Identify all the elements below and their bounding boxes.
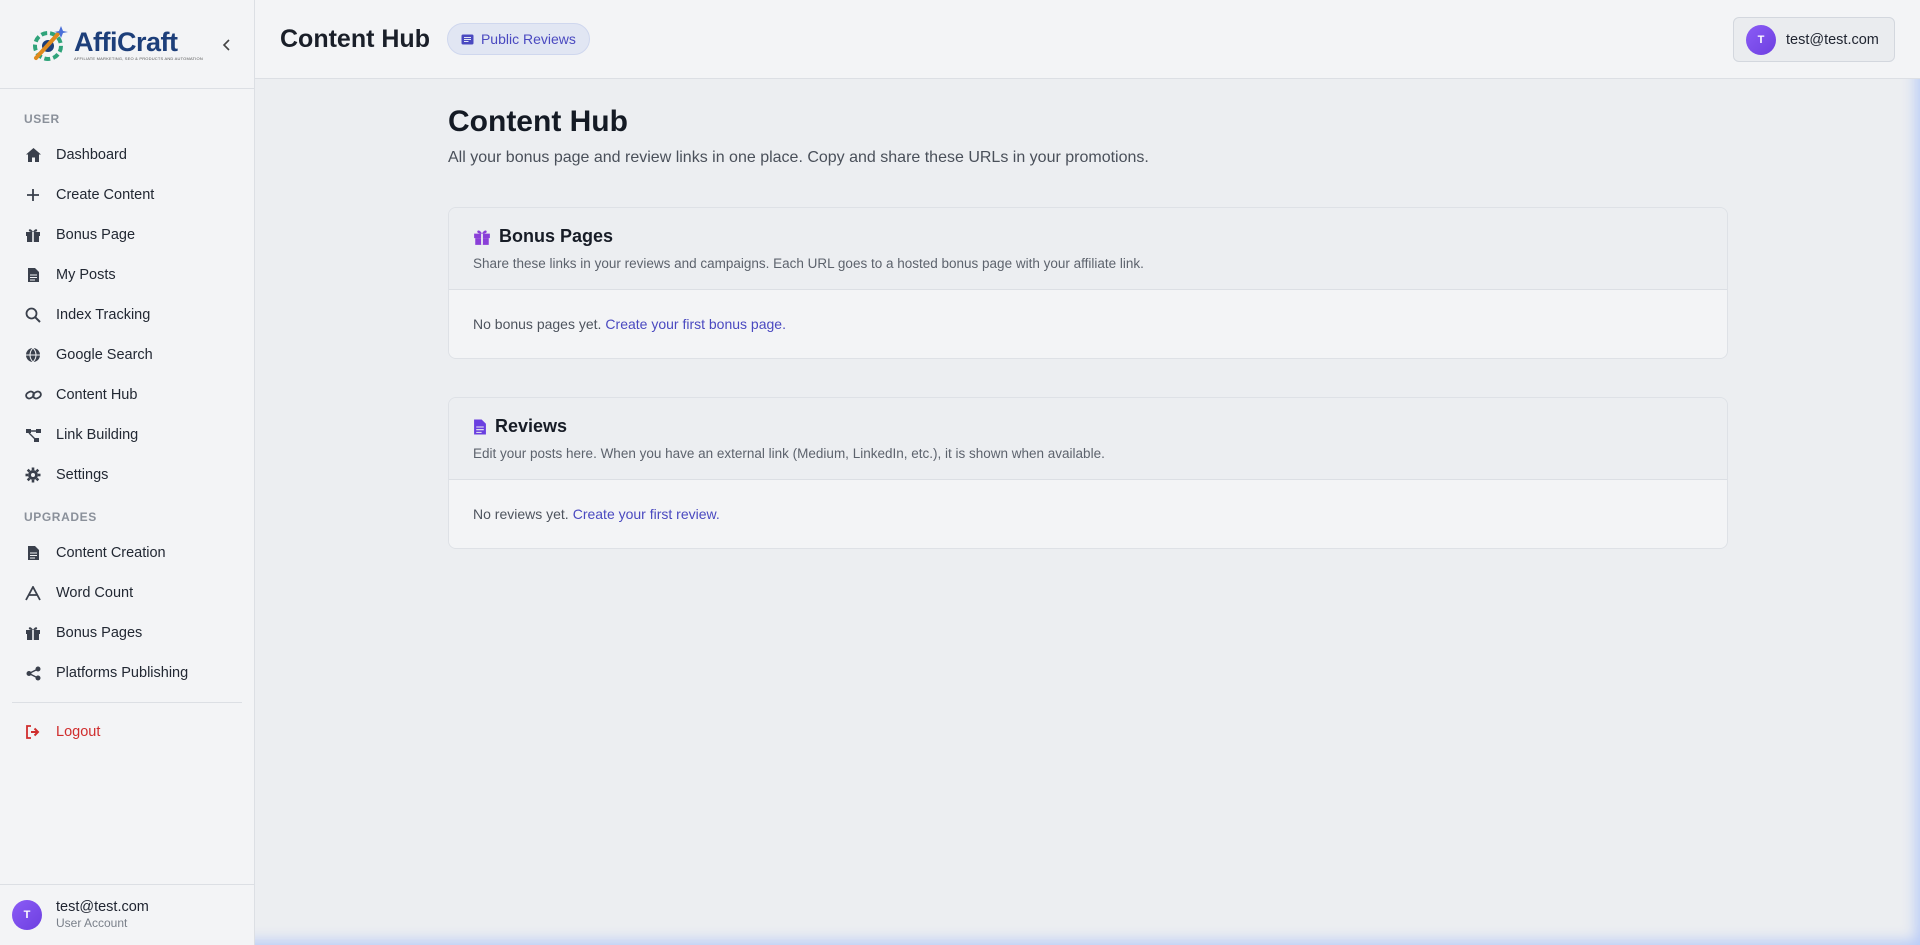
card-title: Bonus Pages: [473, 226, 1703, 247]
link-icon: [24, 386, 42, 404]
sidebar-user-card[interactable]: T test@test.com User Account: [0, 884, 254, 945]
card-title: Reviews: [473, 416, 1703, 437]
account-menu-button[interactable]: T test@test.com: [1733, 17, 1895, 62]
content: Content Hub All your bonus page and revi…: [448, 79, 1728, 549]
sidebar-item-content-hub[interactable]: Content Hub: [12, 375, 242, 415]
card-header: Reviews Edit your posts here. When you h…: [449, 398, 1727, 480]
sidebar-item-label: Settings: [56, 467, 109, 483]
sidebar-item-label: Index Tracking: [56, 307, 151, 323]
network-icon: [24, 426, 42, 444]
logo-icon: [28, 22, 72, 66]
sidebar-item-platforms-publishing[interactable]: Platforms Publishing: [12, 653, 242, 693]
reviews-description: Edit your posts here. When you have an e…: [473, 446, 1105, 461]
app-root: AffiCraft AFFILIATE MARKETING, SEO & PRO…: [0, 0, 1920, 945]
sidebar-item-label: Link Building: [56, 427, 139, 443]
plus-icon: [24, 186, 42, 204]
user-email: test@test.com: [56, 899, 149, 915]
globe-icon: [24, 346, 42, 364]
public-reviews-label: Public Reviews: [480, 31, 576, 47]
bonus-pages-card: Bonus Pages Share these links in your re…: [448, 207, 1728, 359]
user-info: test@test.com User Account: [56, 899, 149, 931]
home-icon: [24, 146, 42, 164]
page-title: Content Hub: [280, 24, 430, 53]
sidebar-item-create-content[interactable]: Create Content: [12, 175, 242, 215]
sidebar-item-label: Content Hub: [56, 387, 138, 403]
logo-text: AffiCraft AFFILIATE MARKETING, SEO & PRO…: [74, 28, 203, 61]
user-role: User Account: [56, 916, 128, 930]
content-heading: Content Hub: [448, 105, 628, 138]
document-icon: [24, 266, 42, 284]
nav-section-upgrades: UPGRADES: [24, 510, 97, 524]
avatar: T: [12, 900, 42, 930]
collapse-sidebar-button[interactable]: [218, 36, 236, 54]
logo-title: AffiCraft: [74, 26, 178, 57]
share-icon: [24, 664, 42, 682]
main-area: Content Hub Public Reviews T test@test.c…: [255, 0, 1920, 945]
sidebar-item-label: Word Count: [56, 585, 134, 601]
bonus-pages-description: Share these links in your reviews and ca…: [473, 256, 1144, 271]
nav-section-user: USER: [24, 112, 60, 126]
sidebar-item-my-posts[interactable]: My Posts: [12, 255, 242, 295]
gift-icon: [24, 624, 42, 642]
brand[interactable]: AffiCraft AFFILIATE MARKETING, SEO & PRO…: [0, 0, 254, 89]
sidebar-item-label: Dashboard: [56, 147, 127, 163]
gift-icon: [24, 226, 42, 244]
bonus-pages-title: Bonus Pages: [499, 226, 614, 246]
create-bonus-page-link[interactable]: Create your first bonus page.: [605, 316, 786, 332]
sidebar-item-label: Bonus Pages: [56, 625, 143, 641]
sidebar-item-bonus-page[interactable]: Bonus Page: [12, 215, 242, 255]
public-reviews-button[interactable]: Public Reviews: [446, 23, 590, 55]
gift-icon: [473, 228, 491, 246]
chevron-left-icon: [222, 39, 230, 51]
sidebar-item-word-count[interactable]: Word Count: [12, 573, 242, 613]
gear-icon: [24, 466, 42, 484]
sidebar-item-label: My Posts: [56, 267, 116, 283]
nav-divider: [12, 702, 242, 703]
sidebar-item-index-tracking[interactable]: Index Tracking: [12, 295, 242, 335]
reviews-title: Reviews: [495, 416, 568, 436]
sidebar-item-google-search[interactable]: Google Search: [12, 335, 242, 375]
logout-button[interactable]: Logout: [12, 712, 242, 752]
sidebar-item-label: Bonus Page: [56, 227, 136, 243]
avatar: T: [1746, 24, 1776, 55]
sidebar-item-content-creation[interactable]: Content Creation: [12, 533, 242, 573]
sidebar-item-label: Content Creation: [56, 545, 166, 561]
sidebar-item-bonus-pages[interactable]: Bonus Pages: [12, 613, 242, 653]
empty-text: No reviews yet.: [473, 506, 569, 522]
sidebar-item-dashboard[interactable]: Dashboard: [12, 135, 242, 175]
card-header: Bonus Pages Share these links in your re…: [449, 208, 1727, 290]
document-icon: [473, 418, 487, 436]
empty-text: No bonus pages yet.: [473, 316, 602, 332]
logout-label: Logout: [56, 724, 101, 740]
sidebar-item-link-building[interactable]: Link Building: [12, 415, 242, 455]
account-email: test@test.com: [1786, 31, 1879, 48]
reviews-card: Reviews Edit your posts here. When you h…: [448, 397, 1728, 549]
newspaper-icon: [461, 34, 474, 45]
search-icon: [24, 306, 42, 324]
bonus-pages-empty-state: No bonus pages yet. Create your first bo…: [449, 290, 1727, 358]
logout-icon: [24, 723, 42, 741]
font-icon: [24, 584, 42, 602]
document-icon: [24, 544, 42, 562]
create-review-link[interactable]: Create your first review.: [573, 506, 720, 522]
sidebar-item-label: Create Content: [56, 187, 155, 203]
sidebar-item-settings[interactable]: Settings: [12, 455, 242, 495]
sidebar-nav: USER Dashboard Create Content Bonus Page…: [0, 89, 254, 945]
logo-tagline: AFFILIATE MARKETING, SEO & PRODUCTS AND …: [74, 55, 203, 61]
sidebar-item-label: Google Search: [56, 347, 153, 363]
reviews-empty-state: No reviews yet. Create your first review…: [449, 480, 1727, 548]
sidebar-item-label: Platforms Publishing: [56, 665, 189, 681]
sidebar: AffiCraft AFFILIATE MARKETING, SEO & PRO…: [0, 0, 255, 945]
content-subtitle: All your bonus page and review links in …: [448, 149, 1149, 166]
top-bar: Content Hub Public Reviews T test@test.c…: [255, 0, 1920, 79]
